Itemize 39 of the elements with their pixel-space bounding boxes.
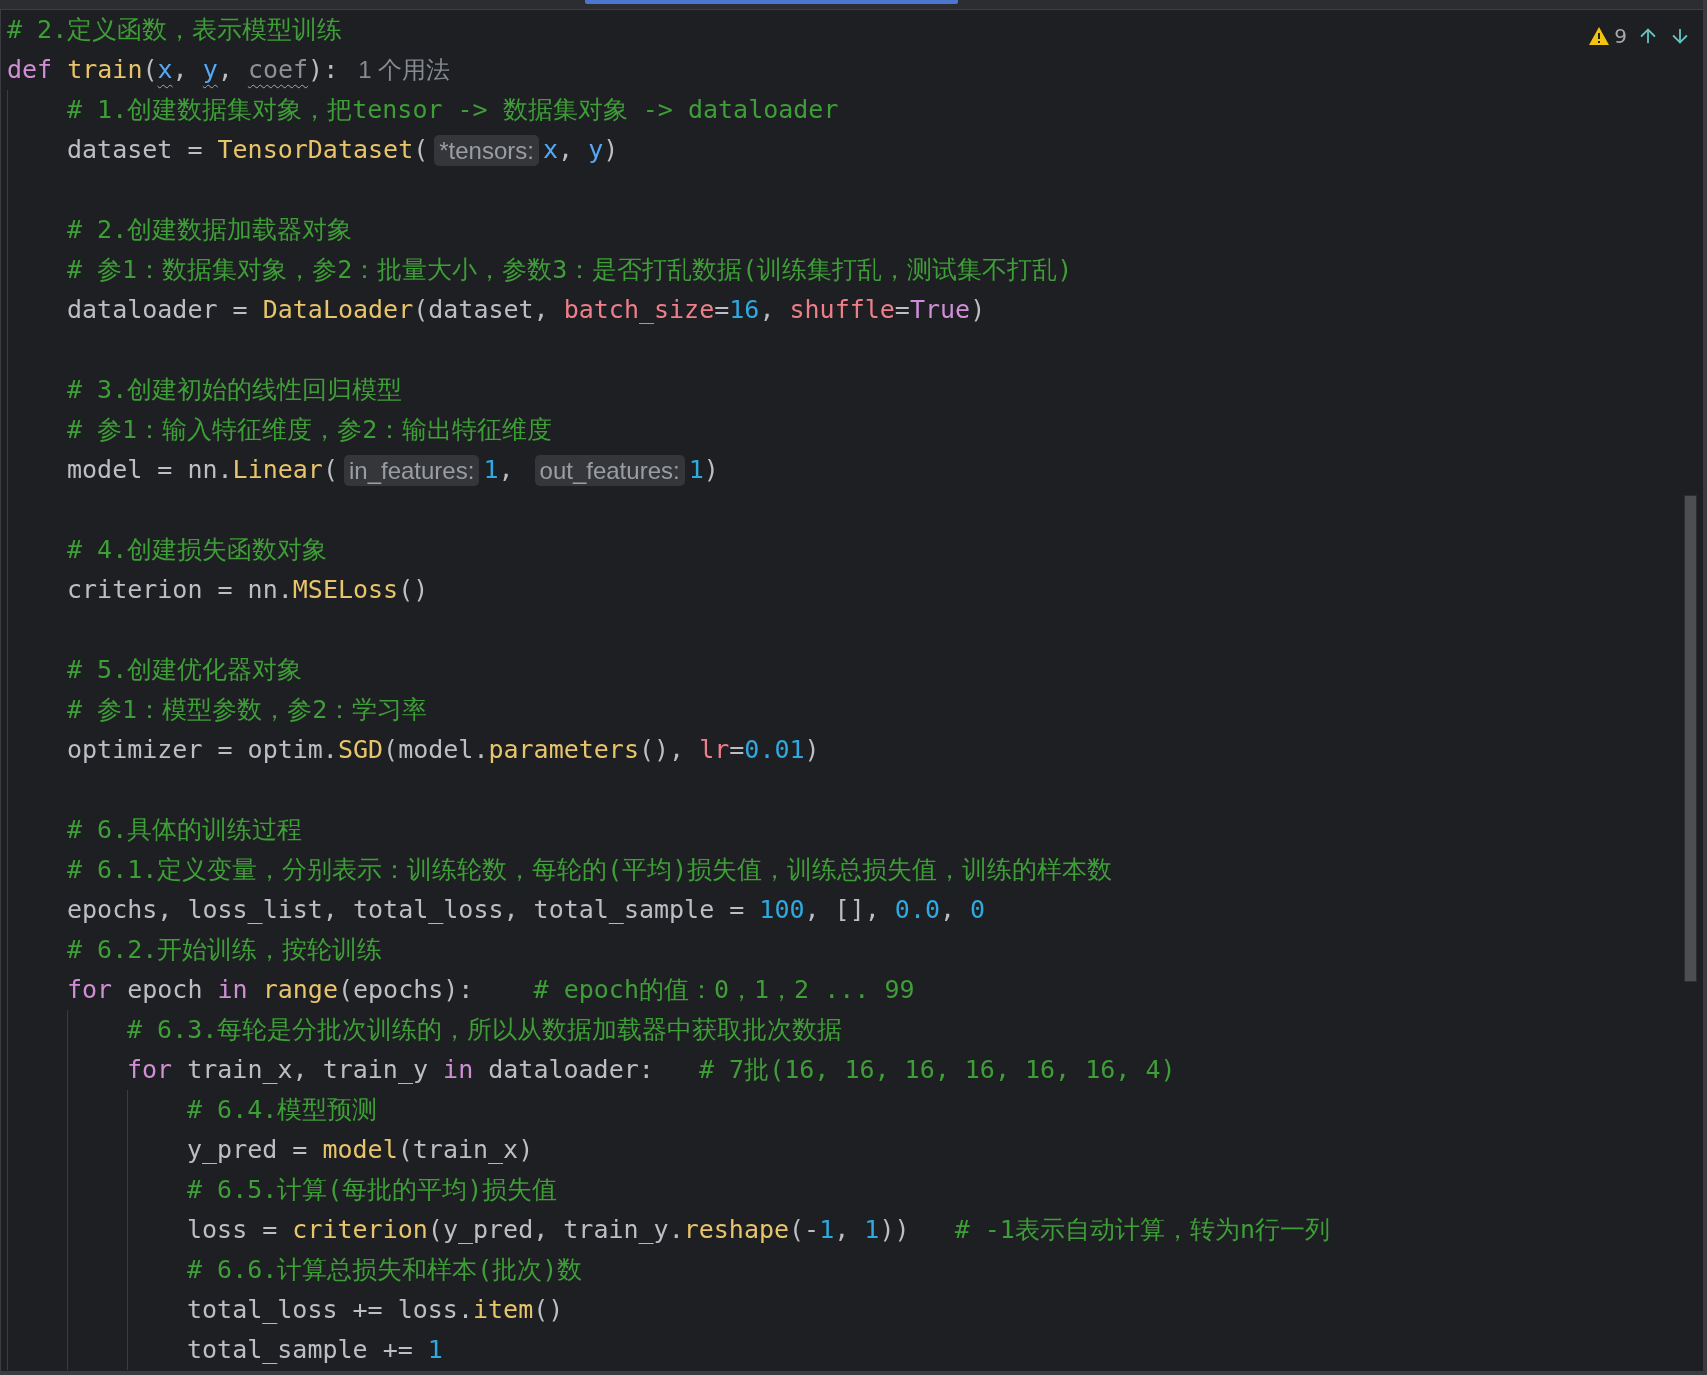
code-comment: # 1.创建数据集对象，把tensor -> 数据集对象 -> dataloader (67, 94, 839, 126)
code-text: 1, (483, 454, 515, 486)
code-comment: # 6.具体的训练过程 (67, 814, 303, 846)
warning-icon[interactable] (1588, 26, 1611, 46)
code-comment: # 参1：模型参数，参2：学习率 (67, 694, 428, 726)
code-text: model = nn.Linear( (67, 454, 338, 486)
parameter-hint: out_features: (534, 454, 685, 486)
code-text: def train(x, y, coef): (7, 54, 339, 86)
code-comment: # 2.创建数据加载器对象 (67, 214, 353, 246)
code-text: y_pred = model(train_x) (187, 1134, 534, 1166)
code-comment: # 参1：数据集对象，参2：批量大小，参数3：是否打乱数据(训练集打乱，测试集不打乱) (67, 254, 1073, 286)
code-text: 1) (688, 454, 719, 486)
code-text: optimizer = optim.SGD(model.parameters(), lr=0.01) (67, 734, 820, 766)
code-comment: # 6.5.计算(每批的平均)损失值 (187, 1174, 558, 1206)
parameter-hint: *tensors: (434, 134, 539, 166)
code-text: dataloader = DataLoader(dataset, batch_size=16, shuffle=True) (67, 294, 986, 326)
code-comment: # 2.定义函数，表示模型训练 (7, 14, 343, 46)
code-comment: # 6.6.计算总损失和样本(批次)数 (187, 1254, 583, 1286)
code-comment: # 6.4.模型预测 (187, 1094, 378, 1126)
code-text: loss = criterion(y_pred, train_y.reshape(-1, 1)) # -1表示自动计算，转为n行一列 (187, 1214, 1330, 1246)
code-text: for epoch in range(epochs): # epoch的值：0，1，2 ... 99 (67, 974, 915, 1006)
code-comment: # 6.1.定义变量，分别表示：训练轮数，每轮的(平均)损失值，训练总损失值，训练的样本数 (67, 854, 1113, 886)
code-text: total_sample += 1 (187, 1334, 443, 1366)
code-text: x, y) (542, 134, 619, 166)
code-comment: # 6.2.开始训练，按轮训练 (67, 934, 383, 966)
code-text: total_loss += loss.item() (187, 1294, 564, 1326)
code-text: criterion = nn.MSELoss() (67, 574, 429, 606)
code-text: epochs, loss_list, total_loss, total_sample = 100, [], 0.0, 0 (67, 894, 986, 926)
usage-count[interactable]: 1 个用法 (358, 54, 451, 86)
code-comment: # 3.创建初始的线性回归模型 (67, 374, 403, 406)
warning-count[interactable]: 9 (1614, 24, 1627, 48)
code-comment: # 参1：输入特征维度，参2：输出特征维度 (67, 414, 553, 446)
code-text: for train_x, train_y in dataloader: # 7批(16, 16, 16, 16, 16, 16, 4) (127, 1054, 1176, 1086)
parameter-hint: in_features: (343, 454, 480, 486)
code-comment: # 5.创建优化器对象 (67, 654, 303, 686)
code-text: dataset = TensorDataset( (67, 134, 429, 166)
scrollbar-thumb[interactable] (1684, 495, 1697, 982)
code-comment: # 4.创建损失函数对象 (67, 534, 328, 566)
code-comment: # 6.3.每轮是分批次训练的，所以从数据加载器中获取批次数据 (127, 1014, 843, 1046)
